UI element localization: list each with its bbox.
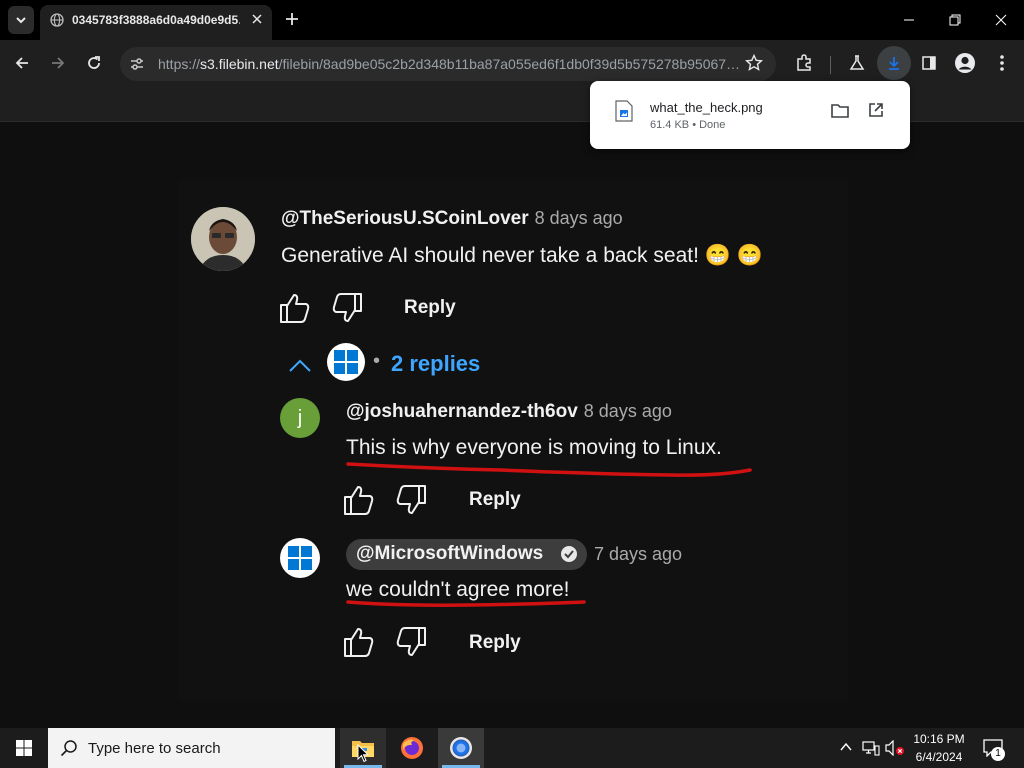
- comment-text: Generative AI should never take a back s…: [281, 244, 763, 267]
- avatar[interactable]: [191, 207, 255, 271]
- mouse-cursor-icon: [357, 744, 369, 763]
- person-photo-icon: [191, 207, 255, 271]
- close-icon: [995, 14, 1007, 26]
- new-tab-button[interactable]: [282, 9, 302, 29]
- taskbar-search-placeholder: Type here to search: [88, 740, 221, 757]
- globe-icon: [50, 13, 64, 27]
- star-icon: [745, 54, 763, 71]
- download-filename[interactable]: what_the_heck.png: [650, 100, 763, 115]
- thumbs-down-icon[interactable]: [395, 626, 427, 658]
- download-button[interactable]: [877, 46, 911, 80]
- thumbs-down-icon[interactable]: [395, 484, 427, 516]
- minimize-icon: [904, 19, 914, 21]
- clock-date: 6/4/2024: [915, 750, 963, 764]
- taskbar-chrome[interactable]: [438, 728, 484, 768]
- replies-avatar-microsoft: [327, 343, 365, 381]
- restore-icon: [949, 14, 961, 26]
- folder-icon: [831, 104, 849, 118]
- open-file-button[interactable]: [864, 98, 888, 122]
- comment-header: @TheSeriousU.SCoinLover 8 days ago: [281, 208, 623, 230]
- volume-muted-icon[interactable]: [885, 740, 905, 756]
- thumbs-down-icon[interactable]: [331, 292, 363, 324]
- windows-start-icon: [16, 740, 32, 756]
- reply-timestamp[interactable]: 8 days ago: [584, 401, 672, 421]
- avatar[interactable]: j: [280, 398, 320, 438]
- reply-timestamp[interactable]: 7 days ago: [594, 544, 682, 565]
- tab-title: 0345783f3888a6d0a49d0e9d5…: [72, 13, 240, 27]
- download-icon: [889, 57, 899, 70]
- profile-button[interactable]: [951, 49, 979, 77]
- labs-button[interactable]: [843, 49, 871, 77]
- reply-button[interactable]: Reply: [469, 632, 521, 654]
- forward-arrow-icon: [52, 57, 65, 69]
- labs-flask-icon: [849, 55, 865, 70]
- download-bubble: [590, 81, 910, 149]
- extensions-icon: [797, 54, 811, 71]
- tab-search-button[interactable]: [8, 6, 34, 34]
- windows-logo-icon: [288, 546, 312, 570]
- search-icon: [60, 740, 77, 757]
- network-icon[interactable]: [862, 740, 880, 756]
- site-info-icon[interactable]: [129, 56, 145, 72]
- reload-icon: [88, 56, 100, 69]
- restore-button[interactable]: [942, 8, 968, 32]
- tab-close-button[interactable]: [248, 10, 266, 28]
- extensions-button[interactable]: [790, 49, 818, 77]
- url-host: s3.filebin.net: [200, 56, 279, 72]
- reply-header: @joshuahernandez-th6ov 8 days ago: [346, 401, 672, 423]
- thumbs-up-icon[interactable]: [343, 626, 375, 658]
- replies-toggle-button[interactable]: 2 replies: [391, 351, 480, 377]
- reload-button[interactable]: [80, 49, 108, 77]
- reply-username[interactable]: @MicrosoftWindows: [356, 543, 543, 565]
- back-button[interactable]: [8, 49, 36, 77]
- forward-button[interactable]: [44, 49, 72, 77]
- chrome-icon: [450, 737, 472, 759]
- open-external-icon: [869, 103, 883, 117]
- download-status: 61.4 KB • Done: [650, 119, 726, 131]
- comment-username[interactable]: @TheSeriousU.SCoinLover: [281, 208, 529, 229]
- minimize-button[interactable]: [896, 8, 922, 32]
- plus-icon: [286, 13, 298, 25]
- url-text[interactable]: https://s3.filebin.net/filebin/8ad9be05c…: [158, 56, 742, 72]
- avatar[interactable]: [280, 538, 320, 578]
- taskbar-firefox[interactable]: [389, 728, 435, 768]
- url-path: /filebin/8ad9be05c2b2d348b11ba87a055ed6f…: [278, 56, 741, 72]
- menu-button[interactable]: [988, 49, 1016, 77]
- bookmark-star-button[interactable]: [740, 49, 768, 77]
- start-button[interactable]: [0, 728, 48, 768]
- url-prefix: https://: [158, 56, 201, 72]
- close-icon: [252, 14, 262, 24]
- more-vert-icon: [1000, 55, 1004, 71]
- close-window-button[interactable]: [988, 8, 1014, 32]
- comment-timestamp[interactable]: 8 days ago: [535, 208, 623, 228]
- verified-check-icon: [561, 546, 577, 562]
- notification-count-badge: 1: [991, 747, 1005, 761]
- firefox-icon: [401, 737, 423, 759]
- taskbar-clock[interactable]: 10:16 PM 6/4/2024: [906, 732, 972, 764]
- windows-logo-icon: [334, 350, 358, 374]
- thumbs-up-icon[interactable]: [343, 484, 375, 516]
- reply-username[interactable]: @joshuahernandez-th6ov: [346, 401, 578, 422]
- chevron-down-icon: [16, 17, 26, 24]
- chevron-up-icon[interactable]: [839, 740, 853, 754]
- side-panel-icon: [922, 56, 936, 70]
- red-underline-annotation: [346, 600, 586, 607]
- image-file-icon: [615, 100, 633, 122]
- reply-button[interactable]: Reply: [469, 489, 521, 511]
- reply-button[interactable]: Reply: [404, 297, 456, 319]
- separator-dot: •: [373, 350, 381, 372]
- notification-center-button[interactable]: 1: [980, 735, 1008, 763]
- back-arrow-icon: [15, 57, 28, 69]
- clock-time: 10:16 PM: [913, 732, 965, 746]
- thumbs-up-icon[interactable]: [279, 292, 311, 324]
- red-underline-annotation: [346, 462, 752, 477]
- chevron-up-icon[interactable]: [288, 358, 312, 374]
- show-in-folder-button[interactable]: [828, 98, 852, 122]
- side-panel-button[interactable]: [915, 49, 943, 77]
- toolbar-divider: [830, 56, 831, 74]
- profile-icon: [955, 53, 975, 73]
